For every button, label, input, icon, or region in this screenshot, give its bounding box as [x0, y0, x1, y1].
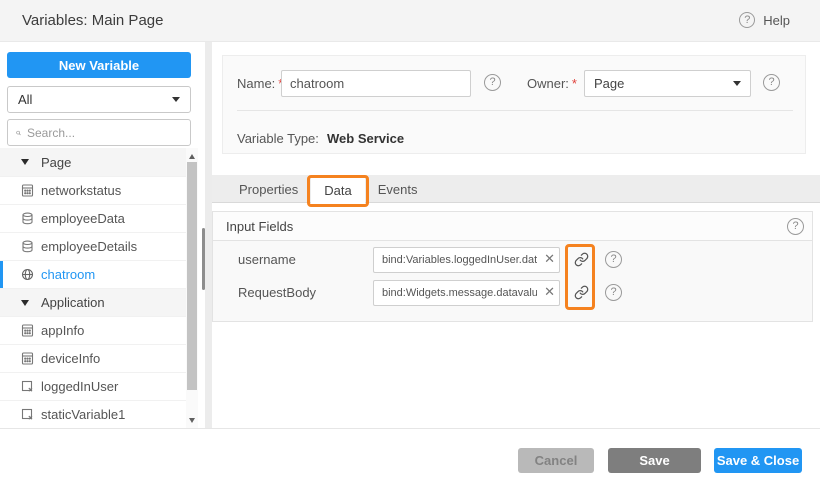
- dialog-footer: Cancel Save Save & Close: [0, 428, 820, 489]
- panel-divider: [237, 110, 793, 111]
- variable-summary-panel: Name:* ? Owner:* Page ? Variable Type: W…: [222, 55, 806, 154]
- save-close-button[interactable]: Save & Close: [714, 448, 802, 473]
- username-bind-input[interactable]: [373, 247, 560, 273]
- bind-input-wrap: ✕: [373, 280, 560, 306]
- help-icon: ?: [739, 12, 755, 28]
- bind-link-button[interactable]: [569, 247, 593, 273]
- name-help-icon[interactable]: ?: [484, 74, 501, 91]
- collapse-triangle-icon: [21, 300, 29, 306]
- save-button[interactable]: Save: [608, 448, 701, 473]
- tree-item-label: networkstatus: [41, 183, 121, 198]
- tab-events[interactable]: Events: [365, 175, 431, 203]
- input-fields-help-icon[interactable]: ?: [787, 218, 804, 235]
- tree-group-page[interactable]: Page: [0, 148, 186, 176]
- cancel-button[interactable]: Cancel: [518, 448, 594, 473]
- globe-icon: [21, 268, 34, 281]
- collapse-triangle-icon: [21, 159, 29, 165]
- tree-item-label: staticVariable1: [41, 407, 125, 422]
- chevron-down-icon: [172, 97, 180, 102]
- clear-binding-icon[interactable]: ✕: [544, 252, 555, 265]
- static-variable-icon: [21, 380, 34, 393]
- tree-item-appInfo[interactable]: appInfo: [0, 316, 186, 344]
- field-help-icon[interactable]: ?: [605, 251, 622, 268]
- variables-sidebar: New Variable All Page networksta: [0, 42, 205, 428]
- tree-item-label: employeeData: [41, 211, 125, 226]
- tab-properties[interactable]: Properties: [226, 175, 311, 203]
- owner-label: Owner:*: [527, 76, 577, 91]
- help-label: Help: [763, 13, 790, 28]
- sidebar-scrollbar-thumb[interactable]: [187, 162, 197, 390]
- input-fields-header: Input Fields ?: [213, 212, 812, 241]
- search-icon: [16, 127, 21, 139]
- tree-item-label: chatroom: [41, 267, 95, 282]
- new-variable-button[interactable]: New Variable: [7, 52, 191, 78]
- variable-filter-select[interactable]: All: [7, 86, 191, 113]
- variable-tree: Page networkstatus employeeData: [0, 148, 186, 428]
- field-help-icon[interactable]: ?: [605, 284, 622, 301]
- tree-group-label: Application: [41, 295, 105, 310]
- variable-type-value: Web Service: [327, 131, 404, 146]
- requestbody-bind-input[interactable]: [373, 280, 560, 306]
- scroll-up-icon[interactable]: [186, 150, 198, 162]
- tree-item-employeeDetails[interactable]: employeeDetails: [0, 232, 186, 260]
- input-fields-panel: Input Fields ? username ✕: [212, 211, 813, 322]
- required-marker: *: [572, 76, 577, 91]
- tree-item-employeeData[interactable]: employeeData: [0, 204, 186, 232]
- filter-selected-value: All: [18, 92, 32, 107]
- chevron-down-icon: [733, 81, 741, 86]
- tab-bar: Properties Data Events: [212, 175, 820, 203]
- sidebar-scrollbar[interactable]: [186, 148, 198, 428]
- sidebar-main-divider: [205, 42, 212, 428]
- link-icon: [574, 285, 589, 300]
- bind-input-wrap: ✕: [373, 247, 560, 273]
- tree-item-staticVariable1[interactable]: staticVariable1: [0, 400, 186, 428]
- variables-dialog: Variables: Main Page ? Help New Variable…: [0, 0, 820, 489]
- variable-search[interactable]: [7, 119, 191, 146]
- link-icon: [574, 252, 589, 267]
- static-variable-icon: [21, 408, 34, 421]
- tree-item-label: loggedInUser: [41, 379, 118, 394]
- dialog-header: Variables: Main Page ? Help: [0, 0, 820, 42]
- tree-item-deviceInfo[interactable]: deviceInfo: [0, 344, 186, 372]
- main-panel: Name:* ? Owner:* Page ? Variable Type: W…: [212, 42, 820, 428]
- clear-binding-icon[interactable]: ✕: [544, 285, 555, 298]
- tree-item-label: appInfo: [41, 323, 84, 338]
- tree-group-application[interactable]: Application: [0, 288, 186, 316]
- input-fields-body: username ✕ ? RequestBody: [213, 241, 812, 309]
- tree-item-loggedInUser[interactable]: loggedInUser: [0, 372, 186, 400]
- bind-link-button[interactable]: [569, 280, 593, 306]
- page-title: Variables: Main Page: [22, 12, 163, 29]
- owner-selected-value: Page: [594, 76, 624, 91]
- device-icon: [21, 352, 34, 365]
- device-icon: [21, 324, 34, 337]
- database-icon: [21, 212, 34, 225]
- input-fields-title: Input Fields: [226, 219, 293, 234]
- field-label: RequestBody: [238, 285, 373, 300]
- help-button[interactable]: ? Help: [739, 12, 790, 28]
- name-label: Name:*: [237, 76, 283, 91]
- tree-item-label: employeeDetails: [41, 239, 137, 254]
- device-icon: [21, 184, 34, 197]
- input-field-row-requestbody: RequestBody ✕ ?: [213, 276, 812, 309]
- tree-item-label: deviceInfo: [41, 351, 100, 366]
- tree-group-label: Page: [41, 155, 71, 170]
- tree-item-chatroom[interactable]: chatroom: [0, 260, 186, 288]
- owner-select[interactable]: Page: [584, 70, 751, 97]
- tab-data[interactable]: Data: [311, 175, 364, 203]
- field-label: username: [238, 252, 373, 267]
- scroll-down-icon[interactable]: [186, 414, 198, 426]
- database-icon: [21, 240, 34, 253]
- tree-item-networkstatus[interactable]: networkstatus: [0, 176, 186, 204]
- variable-type-label: Variable Type:: [237, 131, 319, 146]
- name-field[interactable]: [281, 70, 471, 97]
- owner-help-icon[interactable]: ?: [763, 74, 780, 91]
- input-field-row-username: username ✕ ?: [213, 243, 812, 276]
- search-input[interactable]: [27, 126, 182, 140]
